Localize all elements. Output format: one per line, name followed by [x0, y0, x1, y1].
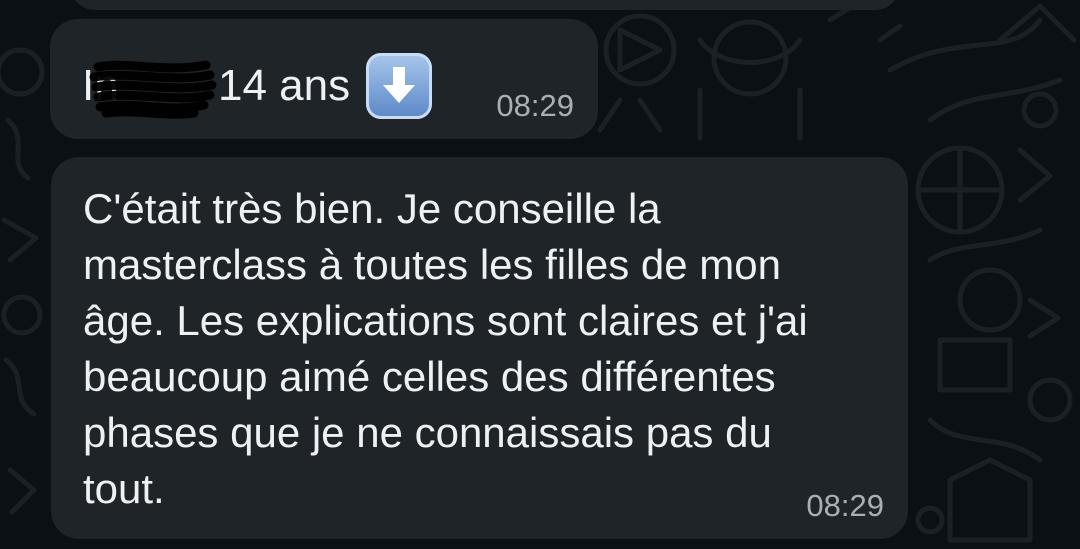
message-time: 08:29 — [806, 488, 884, 523]
redacted-name: In — [82, 60, 217, 119]
message-content: In 14 ans — [82, 53, 433, 119]
incoming-message-bubble[interactable]: In 14 ans 08:29 — [50, 19, 598, 139]
previous-message-bubble-edge — [70, 0, 900, 10]
message-text: 14 ans — [218, 61, 351, 110]
message-text: C'était très bien. Je conseille la maste… — [83, 185, 808, 512]
redaction-scribble — [89, 60, 217, 119]
message-time: 08:29 — [496, 88, 574, 123]
incoming-message-bubble[interactable]: C'était très bien. Je conseille la maste… — [51, 157, 908, 539]
down-arrow-emoji-icon — [366, 53, 433, 119]
